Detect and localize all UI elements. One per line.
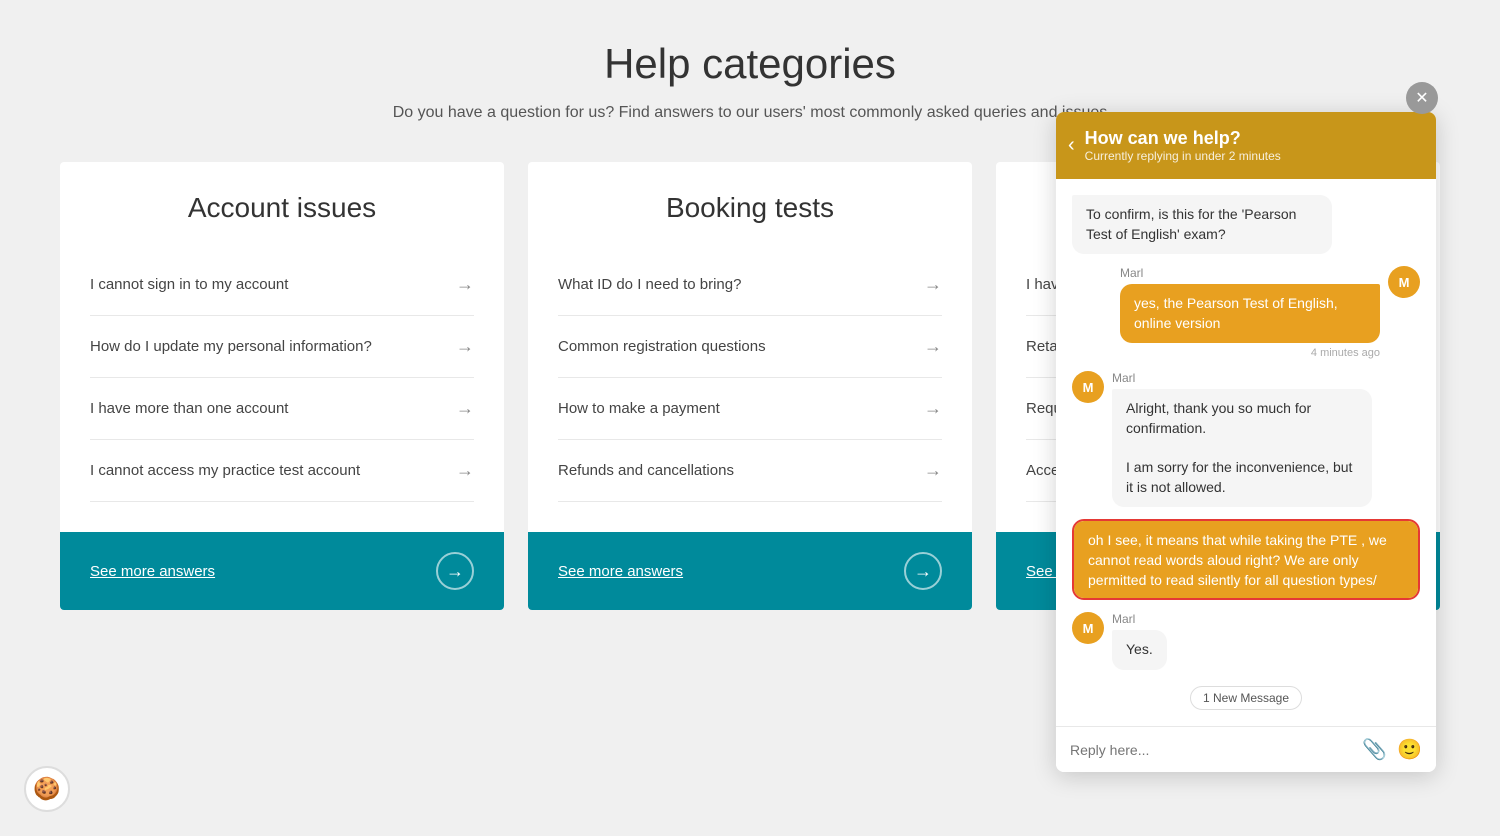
- booking-see-more[interactable]: See more answers: [558, 563, 683, 580]
- close-button[interactable]: ✕: [1406, 82, 1438, 114]
- msg-bubble-3: Alright, thank you so much for confirmat…: [1112, 389, 1372, 507]
- arrow-icon: →: [924, 460, 942, 481]
- msg-bubble-5: Yes.: [1112, 630, 1167, 670]
- chat-back-button[interactable]: ‹: [1068, 134, 1075, 157]
- chat-widget: ‹ How can we help? Currently replying in…: [1056, 112, 1436, 772]
- agent-avatar: M: [1072, 371, 1104, 403]
- booking-item-2[interactable]: Common registration questions →: [558, 316, 942, 378]
- message-3: M Marl Alright, thank you so much for co…: [1072, 371, 1420, 507]
- account-item-1[interactable]: I cannot sign in to my account →: [90, 254, 474, 316]
- booking-footer[interactable]: See more answers →: [528, 532, 972, 610]
- chat-input[interactable]: [1070, 742, 1352, 758]
- message-1: To confirm, is this for the 'Pearson Tes…: [1072, 195, 1420, 254]
- message-2: M Marl yes, the Pearson Test of English,…: [1072, 266, 1420, 359]
- chat-messages: To confirm, is this for the 'Pearson Tes…: [1056, 179, 1436, 726]
- account-see-more[interactable]: See more answers: [90, 563, 215, 580]
- booking-item-4[interactable]: Refunds and cancellations →: [558, 440, 942, 502]
- arrow-icon: →: [924, 274, 942, 295]
- chat-title: How can we help?: [1085, 128, 1420, 149]
- message-4-highlighted: oh I see, it means that while taking the…: [1072, 519, 1420, 600]
- category-account: Account issues I cannot sign in to my ac…: [60, 162, 504, 610]
- agent-avatar-5: M: [1072, 612, 1104, 644]
- chat-header: ‹ How can we help? Currently replying in…: [1056, 112, 1436, 179]
- category-booking: Booking tests What ID do I need to bring…: [528, 162, 972, 610]
- msg-sender: Marl: [1120, 266, 1380, 280]
- user-avatar: M: [1388, 266, 1420, 298]
- msg-sender-5: Marl: [1112, 612, 1167, 626]
- account-footer[interactable]: See more answers →: [60, 532, 504, 610]
- booking-item-1[interactable]: What ID do I need to bring? →: [558, 254, 942, 316]
- msg-time-2: 4 minutes ago: [1120, 347, 1380, 359]
- msg-sender-3: Marl: [1112, 371, 1372, 385]
- booking-footer-arrow[interactable]: →: [904, 552, 942, 590]
- account-item-3[interactable]: I have more than one account →: [90, 378, 474, 440]
- attach-icon[interactable]: 📎: [1362, 737, 1387, 762]
- arrow-icon: →: [924, 398, 942, 419]
- chat-input-area: 📎 🙂: [1056, 726, 1436, 772]
- cookie-icon: 🍪: [33, 776, 60, 802]
- msg-bubble-1: To confirm, is this for the 'Pearson Tes…: [1072, 195, 1332, 254]
- arrow-icon: →: [456, 274, 474, 295]
- arrow-icon: →: [456, 460, 474, 481]
- message-5: M Marl Yes.: [1072, 612, 1420, 670]
- booking-item-3[interactable]: How to make a payment →: [558, 378, 942, 440]
- account-item-4[interactable]: I cannot access my practice test account…: [90, 440, 474, 502]
- cookie-button[interactable]: 🍪: [24, 766, 70, 812]
- account-title: Account issues: [90, 192, 474, 224]
- booking-title: Booking tests: [558, 192, 942, 224]
- arrow-icon: →: [456, 336, 474, 357]
- account-footer-arrow[interactable]: →: [436, 552, 474, 590]
- new-message-badge: 1 New Message: [1190, 686, 1302, 710]
- arrow-icon: →: [456, 398, 474, 419]
- chat-subtitle: Currently replying in under 2 minutes: [1085, 149, 1420, 163]
- msg-bubble-4: oh I see, it means that while taking the…: [1074, 521, 1418, 600]
- arrow-icon: →: [924, 336, 942, 357]
- account-item-2[interactable]: How do I update my personal information?…: [90, 316, 474, 378]
- back-icon: ‹: [1068, 134, 1075, 157]
- page-title: Help categories: [60, 40, 1440, 88]
- close-icon: ✕: [1415, 88, 1428, 108]
- emoji-icon[interactable]: 🙂: [1397, 737, 1422, 762]
- msg-bubble-2: yes, the Pearson Test of English, online…: [1120, 284, 1380, 343]
